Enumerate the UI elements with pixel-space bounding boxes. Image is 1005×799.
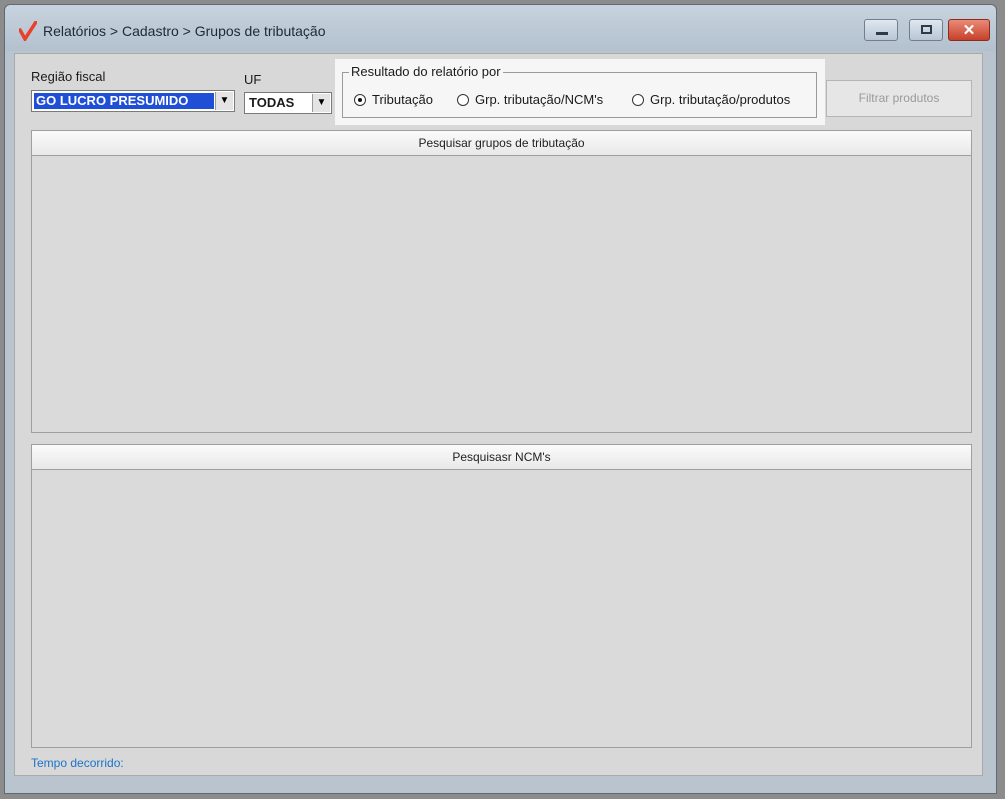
radio-tributacao[interactable]: Tributação — [354, 92, 433, 107]
radio-selected-icon — [354, 94, 366, 106]
radio-unselected-icon — [457, 94, 469, 106]
title-bar[interactable]: Relatórios > Cadastro > Grupos de tribut… — [5, 5, 996, 51]
radio-grp-ncm-label: Grp. tributação/NCM's — [475, 92, 604, 107]
regiao-fiscal-label: Região fiscal — [31, 69, 106, 84]
minimize-button[interactable] — [864, 19, 898, 41]
window-title: Relatórios > Cadastro > Grupos de tribut… — [43, 23, 326, 39]
grupos-tributacao-header[interactable]: Pesquisar grupos de tributação — [32, 131, 971, 156]
report-window: Relatórios > Cadastro > Grupos de tribut… — [4, 4, 997, 794]
filtrar-produtos-button[interactable]: Filtrar produtos — [826, 80, 972, 117]
close-icon: ✕ — [962, 22, 976, 39]
form-client-area: Região fiscal GO LUCRO PRESUMIDO ▼ UF TO… — [14, 53, 983, 776]
resultado-legend: Resultado do relatório por — [349, 64, 503, 79]
uf-label: UF — [244, 72, 262, 87]
maximize-icon — [921, 25, 932, 34]
ncm-panel[interactable]: Pesquisasr NCM's — [31, 444, 972, 748]
radio-grp-produtos[interactable]: Grp. tributação/produtos — [632, 92, 790, 107]
uf-value: TODAS — [249, 95, 295, 110]
maximize-button[interactable] — [909, 19, 943, 41]
radio-unselected-icon — [632, 94, 644, 106]
ncm-header[interactable]: Pesquisasr NCM's — [32, 445, 971, 470]
grupos-tributacao-panel[interactable]: Pesquisar grupos de tributação — [31, 130, 972, 433]
regiao-fiscal-value: GO LUCRO PRESUMIDO — [34, 93, 214, 109]
radio-grp-produtos-label: Grp. tributação/produtos — [650, 92, 791, 107]
elapsed-time-label: Tempo decorrido: — [31, 756, 124, 770]
chevron-down-icon[interactable]: ▼ — [312, 94, 330, 112]
radio-grp-ncm[interactable]: Grp. tributação/NCM's — [457, 92, 603, 107]
minimize-icon — [876, 32, 888, 35]
chevron-down-icon[interactable]: ▼ — [215, 92, 233, 110]
uf-select[interactable]: TODAS ▼ — [244, 92, 332, 114]
regiao-fiscal-select[interactable]: GO LUCRO PRESUMIDO ▼ — [31, 90, 235, 112]
close-button[interactable]: ✕ — [948, 19, 990, 41]
radio-tributacao-label: Tributação — [372, 92, 433, 107]
checkmark-app-icon — [19, 21, 37, 41]
